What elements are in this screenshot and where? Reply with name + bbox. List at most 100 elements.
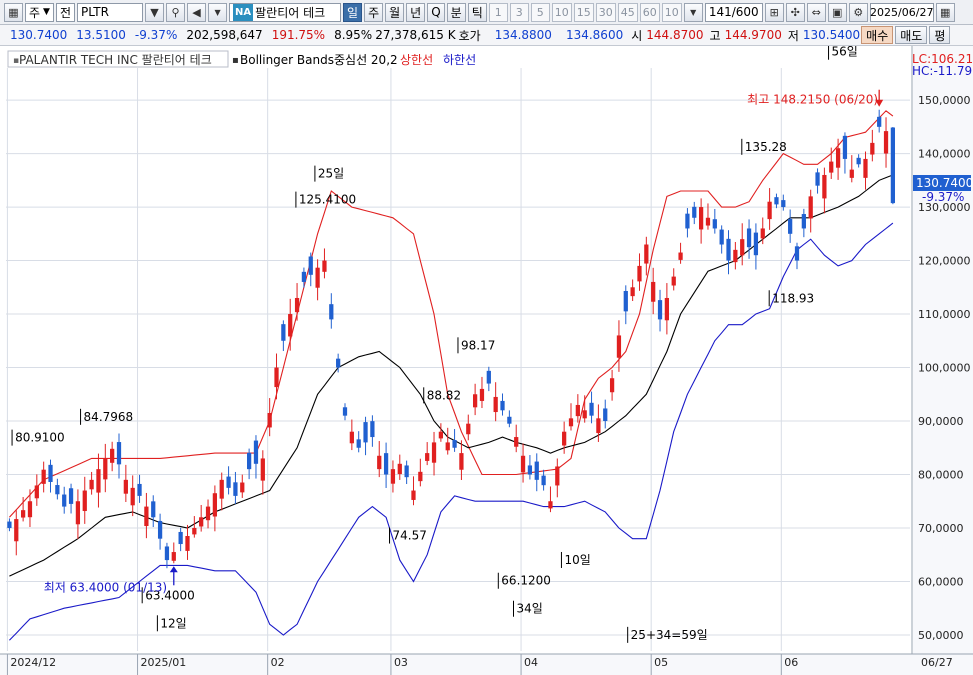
- candle-body: [815, 172, 820, 186]
- grid-menu-icon[interactable]: ▦: [4, 2, 23, 22]
- grid-icon[interactable]: ⊞: [764, 2, 784, 22]
- x-tick-label: 06/27: [921, 656, 953, 669]
- candle-body: [788, 218, 793, 234]
- annotation-label: 10일: [564, 553, 590, 567]
- indicator-icon[interactable]: ✣: [785, 2, 805, 22]
- legend-grip-icon: ▪: [232, 55, 239, 66]
- speaker-icon[interactable]: ◀: [187, 2, 207, 22]
- candle-body: [329, 304, 334, 320]
- market-select[interactable]: 주 ▼: [25, 2, 54, 22]
- interval-button[interactable]: 3: [509, 2, 529, 22]
- candle-body: [294, 297, 300, 313]
- candle-body: [829, 161, 834, 173]
- candle-body: [27, 501, 33, 518]
- calendar-icon[interactable]: ▦: [935, 2, 955, 22]
- candle-body: [630, 287, 635, 297]
- annotation-label: 80.9100: [15, 431, 65, 445]
- annotation-label: 88.82: [427, 388, 461, 402]
- candle-body: [164, 546, 170, 561]
- candle-body: [651, 281, 656, 302]
- candle-body: [96, 469, 101, 493]
- candle-body: [370, 421, 375, 438]
- candle-body: [14, 519, 19, 542]
- candle-body: [753, 232, 759, 256]
- period-week-button[interactable]: 주: [364, 2, 384, 22]
- period-quarter-button[interactable]: Q: [427, 2, 445, 22]
- candle-body: [856, 157, 861, 165]
- quote-open-label: 시: [631, 28, 643, 43]
- candle-body: [835, 148, 841, 168]
- candle-body: [507, 416, 512, 424]
- candle-body: [705, 217, 711, 226]
- candle-body: [637, 265, 642, 282]
- candle-body: [185, 536, 190, 551]
- candle-body: [192, 527, 197, 535]
- candle-body: [842, 135, 848, 159]
- date-input[interactable]: 2025/06/27: [869, 2, 934, 22]
- candle-body: [822, 174, 827, 199]
- gear-icon[interactable]: ⚙: [848, 2, 868, 22]
- price-chart[interactable]: 80.910084.796863.400012일25일125.410074.57…: [0, 46, 973, 675]
- interval-button[interactable]: 30: [595, 2, 616, 22]
- annotation-label: 98.17: [461, 338, 495, 352]
- interval-button[interactable]: 45: [617, 2, 638, 22]
- candle-body: [418, 471, 423, 482]
- candle-body: [644, 244, 649, 264]
- period-type-label: 전: [59, 5, 72, 20]
- candle-body: [199, 517, 204, 527]
- interval-button[interactable]: 1: [488, 2, 508, 22]
- count-input[interactable]: 141/600: [704, 2, 763, 22]
- period-month-button[interactable]: 월: [385, 2, 405, 22]
- interval-button[interactable]: 10: [551, 2, 572, 22]
- candle-body: [877, 116, 882, 127]
- period-minute-button[interactable]: 분: [446, 2, 466, 22]
- symbol-dropdown-button[interactable]: ▼: [145, 2, 165, 22]
- chevron-down-icon[interactable]: ▼: [683, 2, 703, 22]
- eval-button[interactable]: 평: [929, 26, 951, 44]
- period-tick-button[interactable]: 틱: [467, 2, 487, 22]
- candle-body: [41, 469, 46, 484]
- sell-button[interactable]: 매도: [895, 26, 928, 44]
- candle-body: [514, 437, 519, 447]
- scroll-icon[interactable]: ⇔: [806, 2, 826, 22]
- candle-body: [534, 461, 539, 480]
- candle-body: [623, 290, 628, 312]
- candle-body: [123, 479, 128, 494]
- quote-high-label: 고: [709, 28, 721, 43]
- save-icon[interactable]: ▣: [827, 2, 847, 22]
- candle-body: [733, 249, 738, 263]
- symbol-input[interactable]: PLTR: [77, 2, 144, 22]
- candle-body: [472, 394, 478, 408]
- candle-body: [240, 482, 245, 493]
- candle-body: [75, 501, 81, 525]
- annotation-label: 25일: [318, 167, 344, 181]
- y-tick-label: 100,0000: [918, 362, 971, 375]
- x-tick-label: 06: [784, 656, 798, 669]
- candle-body: [431, 442, 437, 463]
- candle-body: [342, 407, 348, 416]
- x-tick-label: 2024/12: [10, 656, 56, 669]
- interval-button[interactable]: 60: [639, 2, 660, 22]
- period-year-button[interactable]: 년: [406, 2, 426, 22]
- buy-button[interactable]: 매수: [861, 26, 894, 44]
- candle-body: [849, 169, 854, 178]
- period-type-select[interactable]: 전: [55, 2, 76, 22]
- chevron-down-icon[interactable]: ▼: [208, 2, 228, 22]
- candle-body: [68, 488, 74, 504]
- interval-button[interactable]: 10: [661, 2, 682, 22]
- candle-body: [589, 402, 594, 416]
- candle-body: [548, 501, 553, 509]
- search-icon[interactable]: ⚲: [166, 2, 186, 22]
- candle-body: [500, 400, 505, 411]
- candle-body: [260, 458, 265, 481]
- candle-body: [740, 239, 745, 256]
- candle-body: [253, 440, 259, 464]
- quote-high: 144.9700: [724, 28, 782, 42]
- stock-name-box: NA 팔란티어 테크: [229, 2, 342, 22]
- legend-bb-label: Bollinger Bands중심선 20,2: [240, 53, 398, 67]
- period-day-button[interactable]: 일: [343, 2, 363, 22]
- y-axis: 150,0000140,0000130,0000120,0000110,0000…: [911, 46, 973, 675]
- interval-button[interactable]: 5: [530, 2, 550, 22]
- interval-button[interactable]: 15: [573, 2, 594, 22]
- candle-body: [712, 219, 717, 229]
